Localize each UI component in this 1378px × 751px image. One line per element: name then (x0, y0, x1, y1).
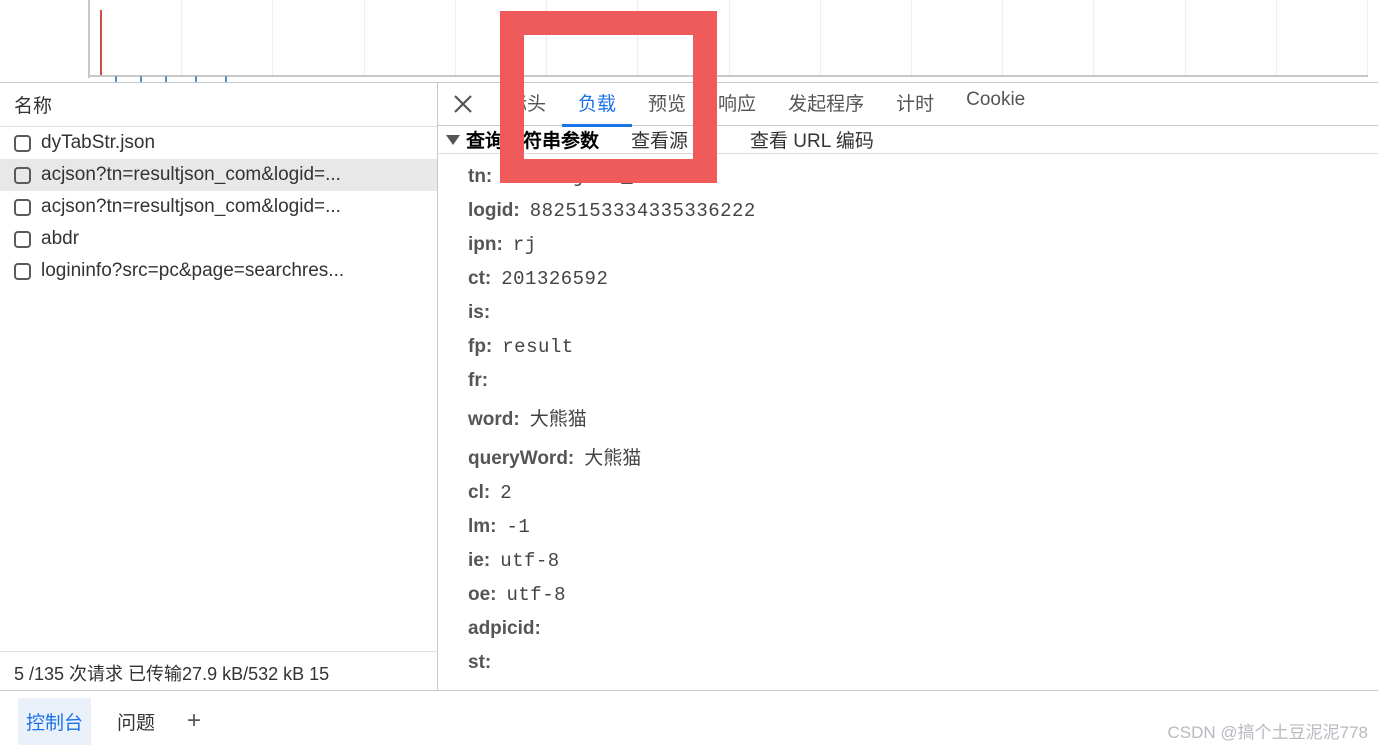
details-pane: 标头负载预览响应发起程序计时Cookie 查询字符串参数 查看源 查看 URL … (438, 83, 1378, 690)
request-name: abdr (41, 228, 79, 250)
watermark: CSDN @搞个土豆泥泥778 (1167, 718, 1368, 743)
param-row: lm: -1 (468, 516, 1348, 538)
request-row[interactable]: acjson?tn=resultjson_com&logid=... (0, 191, 437, 223)
param-row: logid: 8825153334335336222 (468, 200, 1348, 222)
view-source-link[interactable]: 查看源 (631, 126, 688, 153)
param-value: utf-8 (500, 550, 560, 572)
param-value: 201326592 (501, 268, 608, 290)
param-row: ie: utf-8 (468, 550, 1348, 572)
param-key: ie: (468, 550, 490, 572)
param-value: rj (513, 234, 537, 256)
file-type-icon (14, 263, 31, 280)
param-value: 大熊猫 (530, 404, 587, 431)
param-key: logid: (468, 200, 520, 222)
param-value: 8825153334335336222 (530, 200, 756, 222)
section-title: 查询字符串参数 (466, 126, 599, 153)
param-key: fr: (468, 370, 488, 392)
param-row: oe: utf-8 (468, 584, 1348, 606)
param-key: ct: (468, 268, 491, 290)
requests-pane: 名称 dyTabStr.json acjson?tn=resultjson_com… (0, 83, 438, 690)
param-key: tn: (468, 166, 492, 188)
drawer-tab-0[interactable]: 控制台 (18, 698, 91, 745)
param-key: word: (468, 409, 520, 431)
tab-5[interactable]: 计时 (880, 81, 950, 127)
param-key: adpicid: (468, 618, 541, 640)
param-key: st: (468, 652, 491, 674)
param-row: fr: (468, 370, 1348, 392)
param-key: lm: (468, 516, 497, 538)
request-name: dyTabStr.json (41, 132, 155, 154)
drawer-tab-1[interactable]: 问题 (109, 698, 163, 745)
requests-header: 名称 (0, 83, 437, 127)
payload-list: tn: resultjson_com logid: 88251533343353362… (438, 154, 1378, 698)
tab-0[interactable]: 标头 (492, 81, 562, 127)
requests-status: 5 /135 次请求 已传输27.9 kB/532 kB 15 (0, 651, 437, 690)
param-row: tn: resultjson_com (468, 166, 1348, 188)
request-name: acjson?tn=resultjson_com&logid=... (41, 196, 341, 218)
details-tabs: 标头负载预览响应发起程序计时Cookie (438, 83, 1378, 126)
file-type-icon (14, 167, 31, 184)
add-tab-icon[interactable]: + (187, 707, 201, 735)
param-value: 大熊猫 (584, 443, 641, 470)
param-key: is: (468, 302, 490, 324)
param-key: queryWord: (468, 448, 574, 470)
chevron-down-icon (446, 135, 460, 145)
file-type-icon (14, 231, 31, 248)
param-value: result (502, 336, 573, 358)
param-row: cl: 2 (468, 482, 1348, 504)
param-value: utf-8 (507, 584, 567, 606)
requests-list: dyTabStr.json acjson?tn=resultjson_com&lo… (0, 127, 437, 651)
param-value: 2 (500, 482, 512, 504)
param-row: adpicid: (468, 618, 1348, 640)
param-row: st: (468, 652, 1348, 674)
payload-subheader: 查询字符串参数 查看源 查看 URL 编码 (438, 126, 1378, 154)
param-key: oe: (468, 584, 497, 606)
request-row[interactable]: abdr (0, 223, 437, 255)
param-key: fp: (468, 336, 492, 358)
tab-3[interactable]: 响应 (702, 81, 772, 127)
request-row[interactable]: dyTabStr.json (0, 127, 437, 159)
param-row: ct: 201326592 (468, 268, 1348, 290)
view-urlencoded-link[interactable]: 查看 URL 编码 (750, 126, 874, 153)
network-timeline (0, 0, 1378, 83)
tab-1[interactable]: 负载 (562, 81, 632, 127)
tab-2[interactable]: 预览 (632, 81, 702, 127)
query-string-section[interactable]: 查询字符串参数 (444, 126, 599, 153)
param-row: ipn: rj (468, 234, 1348, 256)
close-icon[interactable] (444, 85, 482, 123)
param-key: ipn: (468, 234, 503, 256)
param-value: resultjson_com (502, 166, 669, 188)
request-row[interactable]: logininfo?src=pc&page=searchres... (0, 255, 437, 287)
file-type-icon (14, 135, 31, 152)
request-name: acjson?tn=resultjson_com&logid=... (41, 164, 341, 186)
param-row: word: 大熊猫 (468, 404, 1348, 431)
param-row: is: (468, 302, 1348, 324)
request-name: logininfo?src=pc&page=searchres... (41, 260, 344, 282)
request-row[interactable]: acjson?tn=resultjson_com&logid=... (0, 159, 437, 191)
param-row: queryWord: 大熊猫 (468, 443, 1348, 470)
tab-6[interactable]: Cookie (950, 81, 1041, 127)
tab-4[interactable]: 发起程序 (772, 81, 880, 127)
param-key: cl: (468, 482, 490, 504)
file-type-icon (14, 199, 31, 216)
param-row: fp: result (468, 336, 1348, 358)
param-value: -1 (507, 516, 531, 538)
